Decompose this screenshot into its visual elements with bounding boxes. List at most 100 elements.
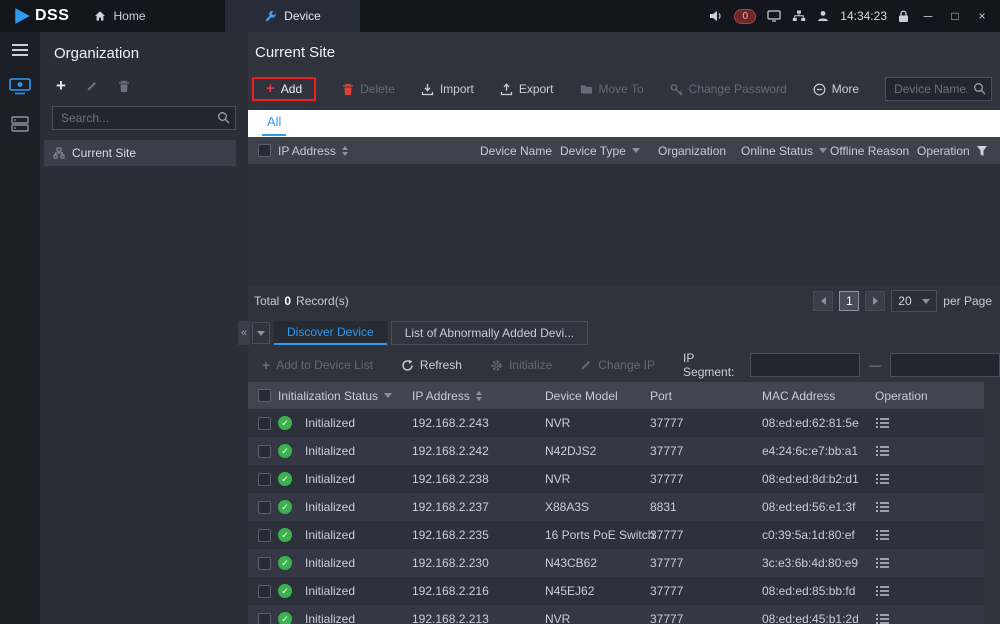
ip-segment-start-input[interactable]	[750, 353, 860, 377]
tab-home[interactable]: Home	[70, 0, 170, 32]
more-button[interactable]: More	[813, 82, 859, 96]
filter-caret-icon[interactable]	[819, 148, 827, 153]
row-checkbox[interactable]	[258, 613, 271, 624]
row-checkbox[interactable]	[258, 501, 271, 514]
row-checkbox[interactable]	[258, 417, 271, 430]
change-password-button[interactable]: Change Password	[670, 82, 787, 96]
maximize-button[interactable]: □	[947, 9, 963, 23]
change-ip-button[interactable]: Change IP	[580, 358, 655, 372]
row-checkbox-cell	[248, 585, 278, 598]
column-ip-address[interactable]: IP Address	[412, 389, 545, 403]
select-all-checkbox[interactable]	[258, 144, 271, 157]
discover-table-row[interactable]: ✓ Initialized 192.168.2.230 N43CB62 3777…	[248, 549, 984, 577]
row-checkbox[interactable]	[258, 473, 271, 486]
lock-icon[interactable]	[898, 10, 909, 23]
network-topology-icon[interactable]	[792, 10, 806, 22]
menu-icon[interactable]	[12, 44, 28, 56]
monitor-icon[interactable]	[767, 10, 781, 22]
column-port[interactable]: Port	[650, 389, 762, 403]
discover-table-row[interactable]: ✓ Initialized 192.168.2.243 NVR 37777 08…	[248, 409, 984, 437]
tab-label: Discover Device	[287, 325, 374, 339]
column-initialization-status[interactable]: Initialization Status	[278, 389, 412, 403]
column-label: Operation	[917, 144, 970, 158]
operation-details-icon[interactable]	[875, 557, 890, 569]
page-size-select[interactable]: 20	[891, 290, 937, 312]
add-device-button[interactable]: + Add	[252, 77, 316, 101]
ip-segment-end-input[interactable]	[890, 353, 1000, 377]
operation-details-icon[interactable]	[875, 613, 890, 624]
sort-icon[interactable]	[342, 146, 348, 156]
sort-icon[interactable]	[476, 391, 482, 401]
next-page-button[interactable]	[865, 291, 885, 311]
export-button[interactable]: Export	[500, 82, 554, 96]
add-organization-button[interactable]: +	[56, 79, 66, 93]
column-offline-reason[interactable]: Offline Reason	[830, 144, 917, 158]
prev-page-button[interactable]	[813, 291, 833, 311]
discover-table-row[interactable]: ✓ Initialized 192.168.2.213 NVR 37777 08…	[248, 605, 984, 624]
current-page-button[interactable]: 1	[839, 291, 859, 311]
delete-organization-icon[interactable]	[118, 80, 130, 93]
row-checkbox[interactable]	[258, 585, 271, 598]
row-checkbox[interactable]	[258, 557, 271, 570]
column-online-status[interactable]: Online Status	[741, 144, 830, 158]
column-device-type[interactable]: Device Type	[560, 144, 658, 158]
discover-table-row[interactable]: ✓ Initialized 192.168.2.237 X88A3S 8831 …	[248, 493, 984, 521]
add-to-device-list-button[interactable]: + Add to Device List	[262, 358, 373, 372]
column-device-name[interactable]: Device Name	[480, 144, 560, 158]
search-icon[interactable]	[217, 111, 230, 124]
row-port: 37777	[650, 472, 762, 486]
tree-item-current-site[interactable]: Current Site	[44, 140, 236, 166]
user-icon[interactable]	[817, 10, 829, 22]
close-button[interactable]: ×	[974, 9, 990, 23]
device-nav-icon[interactable]	[9, 77, 31, 95]
filter-funnel-icon[interactable]	[976, 145, 988, 157]
refresh-button[interactable]: Refresh	[401, 358, 462, 372]
column-mac-address[interactable]: MAC Address	[762, 389, 875, 403]
operation-details-icon[interactable]	[875, 501, 890, 513]
collapse-discover-panel-button[interactable]	[252, 322, 270, 344]
row-device-model: N42DJS2	[545, 444, 650, 458]
move-to-button[interactable]: Move To	[580, 82, 644, 96]
row-checkbox-cell	[248, 529, 278, 542]
filter-caret-icon[interactable]	[384, 393, 392, 398]
column-operation[interactable]: Operation	[917, 144, 1000, 158]
tab-discover-device[interactable]: Discover Device	[274, 321, 387, 345]
operation-details-icon[interactable]	[875, 417, 890, 429]
row-ip: 192.168.2.216	[412, 584, 545, 598]
import-button[interactable]: Import	[421, 82, 474, 96]
delete-device-button[interactable]: Delete	[342, 82, 395, 96]
column-device-model[interactable]: Device Model	[545, 389, 650, 403]
row-mac: 3c:e3:6b:4d:80:e9	[762, 556, 875, 570]
row-checkbox[interactable]	[258, 445, 271, 458]
column-operation[interactable]: Operation	[875, 389, 984, 403]
total-label: Total	[254, 294, 279, 308]
operation-details-icon[interactable]	[875, 473, 890, 485]
tab-device[interactable]: Device	[225, 0, 360, 32]
organization-search-input[interactable]	[52, 106, 236, 130]
tab-abnormally-added-devices[interactable]: List of Abnormally Added Devi...	[391, 321, 588, 345]
minimize-button[interactable]: ─	[920, 9, 936, 23]
row-checkbox[interactable]	[258, 529, 271, 542]
discover-table-row[interactable]: ✓ Initialized 192.168.2.238 NVR 37777 08…	[248, 465, 984, 493]
storage-nav-icon[interactable]	[11, 116, 29, 132]
alarm-count-badge[interactable]: 0	[734, 9, 756, 24]
select-all-checkbox[interactable]	[258, 389, 271, 402]
discover-table-row[interactable]: ✓ Initialized 192.168.2.242 N42DJS2 3777…	[248, 437, 984, 465]
tree-item-label: Current Site	[72, 146, 136, 160]
discover-table-row[interactable]: ✓ Initialized 192.168.2.235 16 Ports PoE…	[248, 521, 984, 549]
column-organization[interactable]: Organization	[658, 144, 741, 158]
panel-collapse-handle[interactable]: «	[238, 321, 250, 345]
row-init-status: Initialized	[305, 416, 355, 430]
column-ip-address[interactable]: IP Address	[278, 144, 480, 158]
tab-all[interactable]: All	[262, 110, 286, 136]
filter-caret-icon[interactable]	[632, 148, 640, 153]
row-init-status: Initialized	[305, 556, 355, 570]
initialize-button[interactable]: Initialize	[490, 358, 552, 372]
discover-table-row[interactable]: ✓ Initialized 192.168.2.216 N45EJ62 3777…	[248, 577, 984, 605]
operation-details-icon[interactable]	[875, 529, 890, 541]
edit-organization-icon[interactable]	[86, 80, 98, 92]
operation-details-icon[interactable]	[875, 445, 890, 457]
operation-details-icon[interactable]	[875, 585, 890, 597]
speaker-icon[interactable]	[709, 10, 723, 22]
search-icon[interactable]	[973, 82, 986, 95]
